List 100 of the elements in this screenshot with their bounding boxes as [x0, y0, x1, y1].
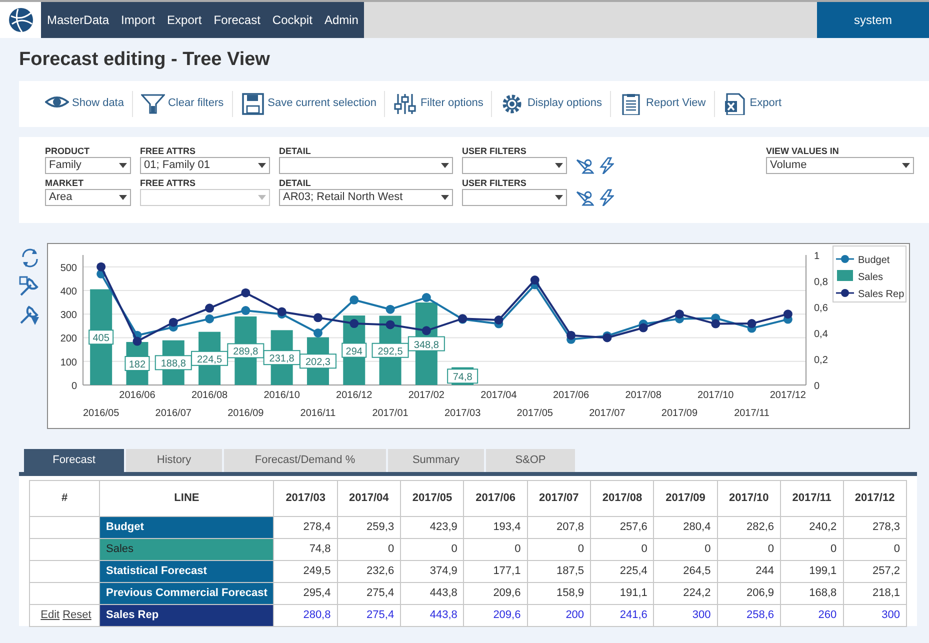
- dropdown-field[interactable]: Volume: [766, 156, 914, 174]
- person-filter-icon[interactable]: [576, 188, 594, 206]
- axis-label: 2016/05: [83, 408, 120, 418]
- column-header: #: [30, 480, 100, 516]
- action-link[interactable]: Reset: [62, 608, 92, 621]
- editable-cell[interactable]: 275,4: [337, 604, 401, 626]
- legend-label: Sales: [858, 272, 884, 282]
- column-header: 2017/05: [400, 480, 464, 516]
- legend-swatch: [836, 254, 854, 262]
- toolbar-button[interactable]: Save current selection: [232, 90, 386, 116]
- table-cell: 0: [337, 538, 401, 560]
- nav-link[interactable]: Export: [167, 11, 202, 29]
- toolbar-button[interactable]: Report View: [611, 90, 715, 116]
- data-point: [350, 318, 359, 328]
- data-label: 294: [342, 342, 367, 358]
- nav-link[interactable]: Admin: [324, 11, 358, 29]
- data-label: 289,8: [227, 342, 264, 358]
- axis-label: 2017/08: [625, 390, 662, 400]
- toolbar-button[interactable]: Clear filters: [132, 90, 233, 116]
- field-label: FREE ATTRS: [140, 144, 196, 156]
- table-cell: 232,6: [337, 560, 401, 582]
- excel-icon: [722, 92, 747, 114]
- nav-link[interactable]: Forecast: [214, 11, 260, 29]
- toolbar-button[interactable]: Export: [714, 90, 790, 116]
- table-cell: 295,4: [274, 582, 338, 604]
- editable-cell[interactable]: 260: [780, 604, 844, 626]
- toolbar-button[interactable]: Show data: [37, 90, 133, 116]
- column-header: 2017/09: [654, 480, 718, 516]
- data-point: [313, 312, 322, 322]
- action-link[interactable]: Edit: [40, 608, 60, 621]
- editable-cell[interactable]: 280,8: [274, 604, 338, 626]
- column-header: 2017/04: [337, 480, 401, 516]
- tab[interactable]: History: [126, 448, 222, 472]
- nav-link[interactable]: Cockpit: [272, 11, 312, 29]
- editable-cell[interactable]: 209,6: [464, 604, 528, 626]
- data-point: [747, 318, 756, 328]
- data-label: 348,8: [408, 336, 445, 351]
- editable-cell[interactable]: 443,8: [400, 604, 464, 626]
- tab[interactable]: Summary: [388, 448, 484, 472]
- caret-icon: [258, 162, 266, 168]
- data-label: 188,8: [154, 354, 192, 370]
- dropdown-field[interactable]: [462, 188, 567, 206]
- data-label: 182: [124, 356, 150, 370]
- data-point: [783, 309, 792, 318]
- table-cell: 278,3: [843, 516, 906, 538]
- dropdown-field[interactable]: Area: [45, 188, 131, 206]
- data-label: 202,3: [299, 353, 336, 368]
- column-header: 2017/03: [274, 480, 338, 516]
- dropdown-field[interactable]: Family: [45, 156, 131, 174]
- legend-label: Sales Rep: [858, 288, 904, 300]
- tab[interactable]: Forecast: [24, 448, 124, 472]
- table-cell: 257,6: [590, 516, 654, 538]
- lightning-icon[interactable]: [598, 188, 614, 206]
- legend-swatch: [836, 288, 854, 296]
- field-label: USER FILTERS: [462, 144, 528, 156]
- lightning-icon[interactable]: [598, 156, 614, 174]
- data-point: [386, 304, 395, 314]
- data-label: 231,8: [263, 350, 300, 365]
- axis-label: 2017/11: [734, 408, 770, 418]
- field-label: FREE ATTRS: [140, 176, 196, 188]
- nav-link[interactable]: MasterData: [47, 11, 110, 29]
- editable-cell[interactable]: 258,6: [717, 604, 781, 626]
- toolbar-button[interactable]: Filter options: [385, 90, 492, 116]
- refresh-icon[interactable]: [19, 246, 41, 268]
- field-label: VIEW VALUES IN: [766, 144, 840, 156]
- dropdown-field[interactable]: 01; Family 01: [140, 156, 270, 174]
- funnel-icon: [140, 92, 165, 114]
- editable-cell[interactable]: 300: [654, 604, 718, 626]
- axis-label: 300: [60, 310, 77, 321]
- column-header: 2017/12: [843, 480, 906, 516]
- data-point: [132, 336, 142, 346]
- tab[interactable]: S&OP: [486, 448, 575, 472]
- column-header: LINE: [100, 480, 274, 516]
- data-point: [638, 322, 648, 332]
- dropdown-field[interactable]: AR03; Retail North West: [279, 188, 453, 206]
- table-cell: 275,4: [337, 582, 401, 604]
- caret-icon: [258, 194, 266, 200]
- user-name[interactable]: system: [817, 2, 929, 38]
- table-cell: 191,1: [590, 582, 654, 604]
- table-cell: 240,2: [780, 516, 844, 538]
- axis-label: 200: [60, 333, 77, 344]
- axis-label: 2017/05: [516, 408, 553, 418]
- person-filter-icon[interactable]: [576, 156, 594, 174]
- table-cell: 0: [654, 538, 718, 560]
- field-label: USER FILTERS: [462, 176, 528, 188]
- table-cell: 0: [464, 538, 528, 560]
- editable-cell[interactable]: 241,6: [590, 604, 654, 626]
- table-cell: 158,9: [527, 582, 591, 604]
- wrench-icon[interactable]: [19, 274, 41, 296]
- page-title: Forecast editing - Tree View: [19, 48, 271, 72]
- dropdown-field[interactable]: [279, 156, 453, 174]
- legend-label: Budget: [858, 254, 890, 266]
- tab[interactable]: Forecast/Demand %: [224, 448, 386, 472]
- editable-cell[interactable]: 300: [843, 604, 906, 626]
- data-point: [458, 314, 468, 323]
- globe-logo-icon: [8, 7, 34, 33]
- toolbar-button[interactable]: Display options: [492, 90, 612, 116]
- editable-cell[interactable]: 200: [527, 604, 591, 626]
- nav-link[interactable]: Import: [121, 11, 156, 29]
- dropdown-field[interactable]: [462, 156, 567, 174]
